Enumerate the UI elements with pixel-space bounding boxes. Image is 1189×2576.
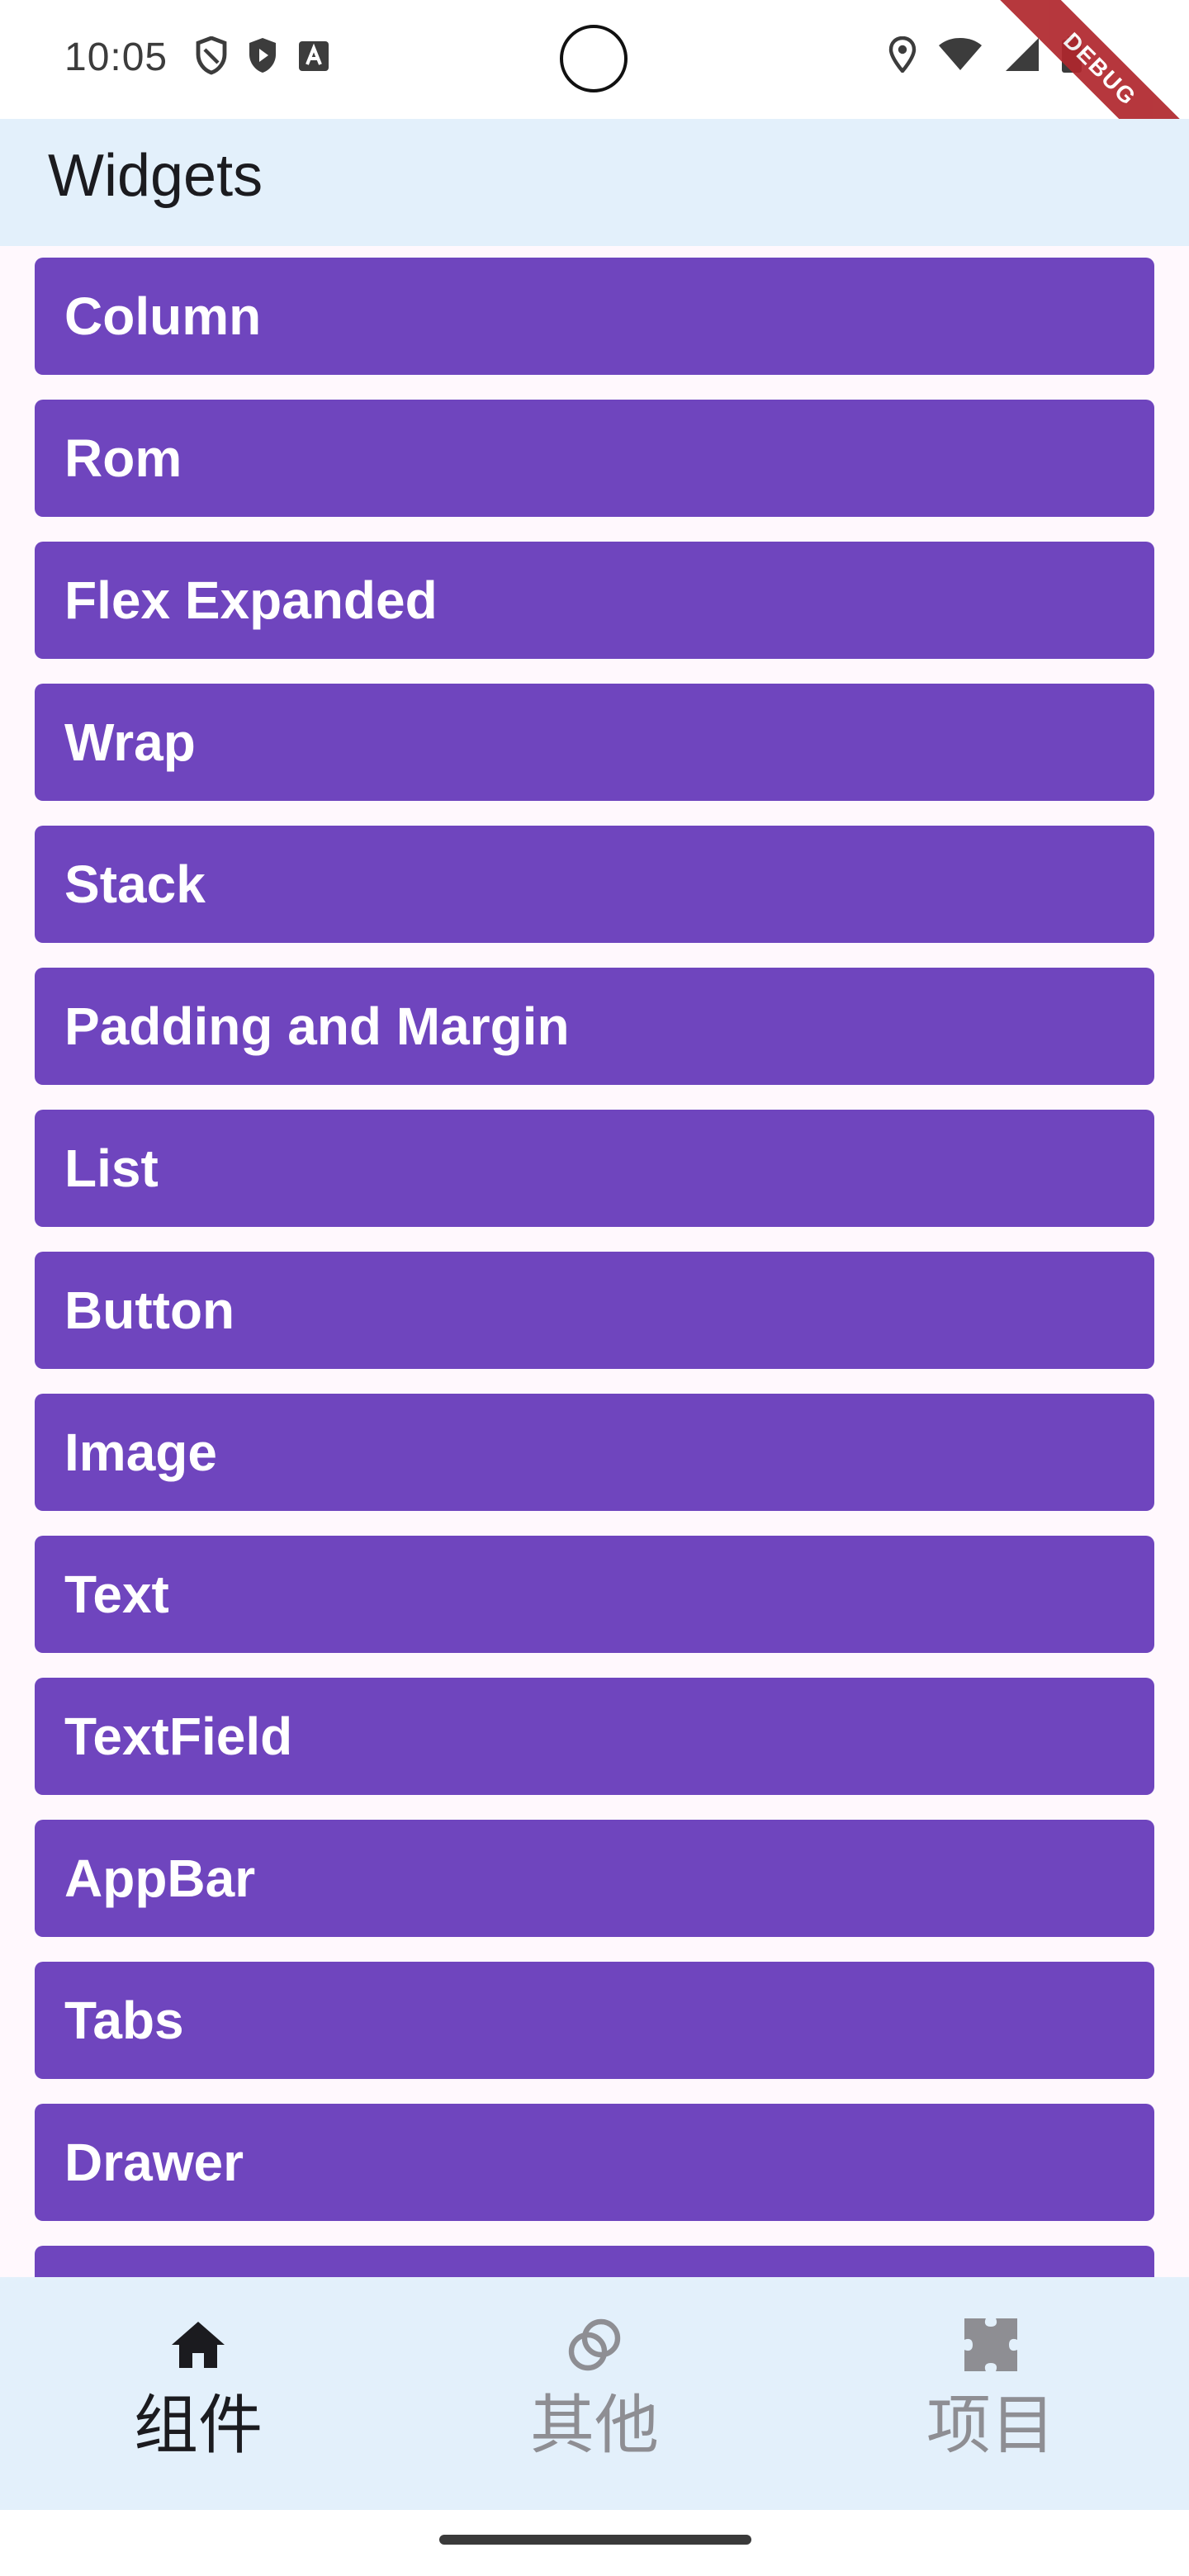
- home-icon: [165, 2312, 231, 2378]
- list-item-padding-and-margin[interactable]: Padding and Margin: [35, 968, 1154, 1085]
- list-item-wrap[interactable]: Wrap: [35, 684, 1154, 801]
- list-item-image[interactable]: Image: [35, 1394, 1154, 1511]
- nav-label-other: 其他: [529, 2389, 659, 2461]
- shield-play-icon: [246, 36, 279, 76]
- nav-label-projects: 项目: [926, 2389, 1055, 2461]
- nav-item-other[interactable]: 其他: [396, 2277, 793, 2510]
- nav-item-projects[interactable]: 项目: [793, 2277, 1189, 2510]
- home-gesture-handle[interactable]: [439, 2535, 751, 2545]
- cell-signal-icon: [1004, 36, 1040, 77]
- app-bar: Widgets: [0, 119, 1189, 246]
- list-item-column[interactable]: Column: [35, 258, 1154, 375]
- status-icons-right: [888, 36, 1082, 77]
- camera-cutout: [560, 25, 628, 92]
- shield-outline-icon: [195, 36, 228, 76]
- nav-item-components[interactable]: 组件: [0, 2277, 396, 2510]
- widget-list[interactable]: Column Rom Flex Expanded Wrap Stack Padd…: [35, 258, 1154, 2277]
- page-title: Widgets: [48, 143, 263, 209]
- location-icon: [888, 36, 917, 77]
- list-item-stack[interactable]: Stack: [35, 826, 1154, 943]
- battery-icon: [1062, 36, 1082, 77]
- list-item-appbar[interactable]: AppBar: [35, 1820, 1154, 1937]
- list-item-list[interactable]: List: [35, 1110, 1154, 1227]
- gesture-area: [0, 2510, 1189, 2576]
- puzzle-icon: [958, 2312, 1024, 2378]
- list-item-button[interactable]: Button: [35, 1252, 1154, 1369]
- list-item-drawer[interactable]: Drawer: [35, 2104, 1154, 2221]
- list-item-tabs[interactable]: Tabs: [35, 1962, 1154, 2079]
- wifi-icon: [938, 37, 983, 76]
- list-item-rom[interactable]: Rom: [35, 400, 1154, 517]
- status-bar: 10:05 DEBUG: [0, 0, 1189, 196]
- nav-label-components: 组件: [133, 2389, 263, 2461]
- status-time: 10:05: [64, 36, 168, 79]
- status-icons-left: [195, 36, 330, 76]
- list-item-partial[interactable]: [35, 2246, 1154, 2277]
- list-item-textfield[interactable]: TextField: [35, 1678, 1154, 1795]
- rings-icon: [561, 2312, 628, 2378]
- text-a-icon: [297, 40, 330, 73]
- list-item-text[interactable]: Text: [35, 1536, 1154, 1653]
- bottom-navigation: 组件 其他 项目: [0, 2277, 1189, 2510]
- list-item-flex-expanded[interactable]: Flex Expanded: [35, 542, 1154, 659]
